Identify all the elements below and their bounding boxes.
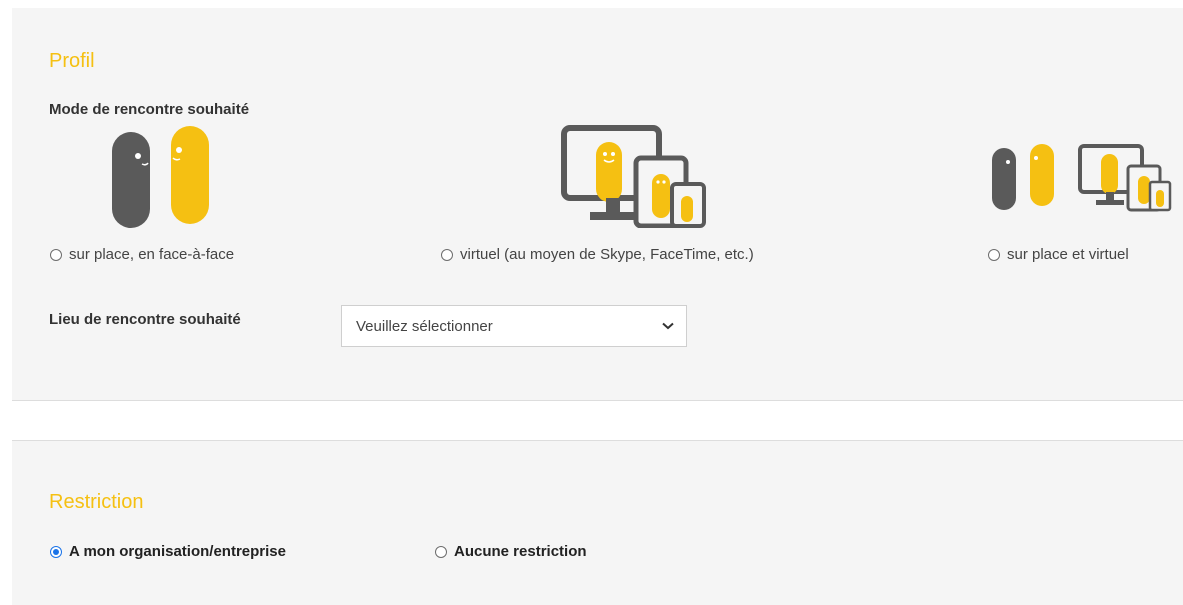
hybrid-meeting-icon (992, 144, 1172, 212)
restriction-option-organisation[interactable]: A mon organisation/entreprise (50, 543, 286, 560)
mode-option-label: virtuel (au moyen de Skype, FaceTime, et… (460, 246, 754, 263)
profil-panel: Profil Mode de rencontre souhaité sur pl… (12, 8, 1183, 401)
restriction-option-label: Aucune restriction (454, 543, 587, 560)
face-to-face-icon (112, 126, 209, 228)
restriction-title: Restriction (49, 491, 144, 513)
restriction-option-aucune[interactable]: Aucune restriction (435, 543, 587, 560)
mode-option-virtuel[interactable]: virtuel (au moyen de Skype, FaceTime, et… (441, 246, 754, 263)
restriction-panel: Restriction A mon organisation/entrepris… (12, 440, 1183, 605)
radio-organisation[interactable] (50, 545, 62, 558)
mode-option-label: sur place, en face-à-face (69, 246, 235, 263)
profil-title: Profil (49, 50, 95, 72)
lieu-select[interactable]: Veuillez sélectionner (341, 305, 687, 347)
chevron-down-icon (662, 322, 674, 330)
radio-aucune[interactable] (435, 545, 447, 558)
virtual-devices-icon (561, 125, 706, 228)
mode-option-sur-place-et-virtuel[interactable]: sur place et virtuel (988, 246, 1129, 263)
radio-face-a-face[interactable] (50, 248, 62, 261)
radio-virtuel[interactable] (441, 248, 453, 261)
mode-label: Mode de rencontre souhaité (49, 101, 250, 118)
lieu-select-value: Veuillez sélectionner (356, 317, 493, 335)
mode-option-label: sur place et virtuel (1007, 246, 1129, 263)
lieu-label: Lieu de rencontre souhaité (49, 311, 241, 328)
restriction-option-label: A mon organisation/entreprise (69, 543, 286, 560)
radio-sur-place-et-virtuel[interactable] (988, 248, 1000, 261)
mode-option-face-a-face[interactable]: sur place, en face-à-face (50, 246, 234, 263)
